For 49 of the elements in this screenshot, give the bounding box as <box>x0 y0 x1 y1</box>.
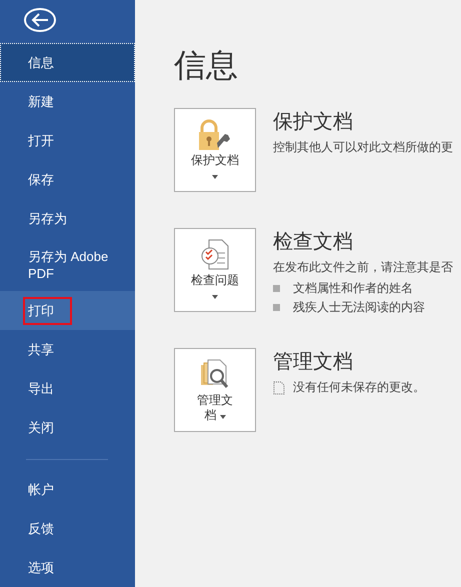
inspect-button[interactable]: 检查问题 <box>174 228 256 312</box>
menu-label: 导出 <box>27 380 55 398</box>
documents-magnifier-icon <box>200 359 230 391</box>
caret-icon <box>220 415 226 419</box>
menu-label: 打印 <box>23 296 72 324</box>
menu-label: 共享 <box>27 340 55 358</box>
bullet-icon <box>273 304 280 311</box>
menu-label: 关闭 <box>27 418 55 436</box>
menu-label: 帐户 <box>27 480 55 498</box>
lock-key-icon <box>197 119 233 151</box>
menu-label: 另存为 Adobe PDF <box>27 248 110 282</box>
sidebar-item[interactable]: 另存为 Adobe PDF <box>0 238 135 291</box>
sidebar-item[interactable]: 信息 <box>0 43 135 82</box>
document-icon <box>273 380 285 394</box>
manage-button[interactable]: 管理文档 <box>174 348 256 432</box>
section-description: 控制其他人可以对此文档所做的更 <box>273 139 453 156</box>
menu-label: 保存 <box>27 170 55 188</box>
menu-label: 另存为 <box>27 210 68 228</box>
bullet-icon <box>273 285 280 292</box>
sidebar-item[interactable]: 反馈 <box>0 509 135 548</box>
bullet-text: 残疾人士无法阅读的内容 <box>293 299 425 316</box>
caret-icon <box>212 295 218 299</box>
sidebar-item[interactable]: 帐户 <box>0 470 135 509</box>
sidebar-item[interactable]: 保存 <box>0 160 135 199</box>
sidebar-item[interactable]: 共享 <box>0 330 135 369</box>
section-heading: 检查文档 <box>273 230 354 255</box>
menu-label: 新建 <box>27 92 55 110</box>
sidebar-item[interactable]: 导出 <box>0 369 135 408</box>
menu-label: 信息 <box>27 54 55 72</box>
sidebar-item[interactable]: 新建 <box>0 82 135 121</box>
checklist-document-icon <box>200 239 230 271</box>
section-heading: 保护文档 <box>273 110 354 135</box>
status-note: 没有任何未保存的更改。 <box>293 379 425 396</box>
back-button[interactable] <box>24 8 56 32</box>
page-title: 信息 <box>174 46 239 85</box>
sidebar-item[interactable]: 打印 <box>0 291 135 330</box>
menu-label: 打开 <box>27 132 55 150</box>
sidebar-item[interactable]: 关闭 <box>0 408 135 447</box>
section-description: 在发布此文件之前，请注意其是否 <box>273 259 453 276</box>
menu-label: 反馈 <box>27 520 55 538</box>
bullet-text: 文档属性和作者的姓名 <box>293 280 413 297</box>
protect-button[interactable]: 保护文档 <box>174 108 256 192</box>
menu-label: 选项 <box>27 558 55 576</box>
sidebar-item[interactable]: 打开 <box>0 121 135 160</box>
caret-icon <box>212 175 218 179</box>
sidebar-item[interactable]: 选项 <box>0 548 135 587</box>
arrow-left-icon <box>31 13 49 27</box>
sidebar-item[interactable]: 另存为 <box>0 199 135 238</box>
section-heading: 管理文档 <box>273 350 354 375</box>
